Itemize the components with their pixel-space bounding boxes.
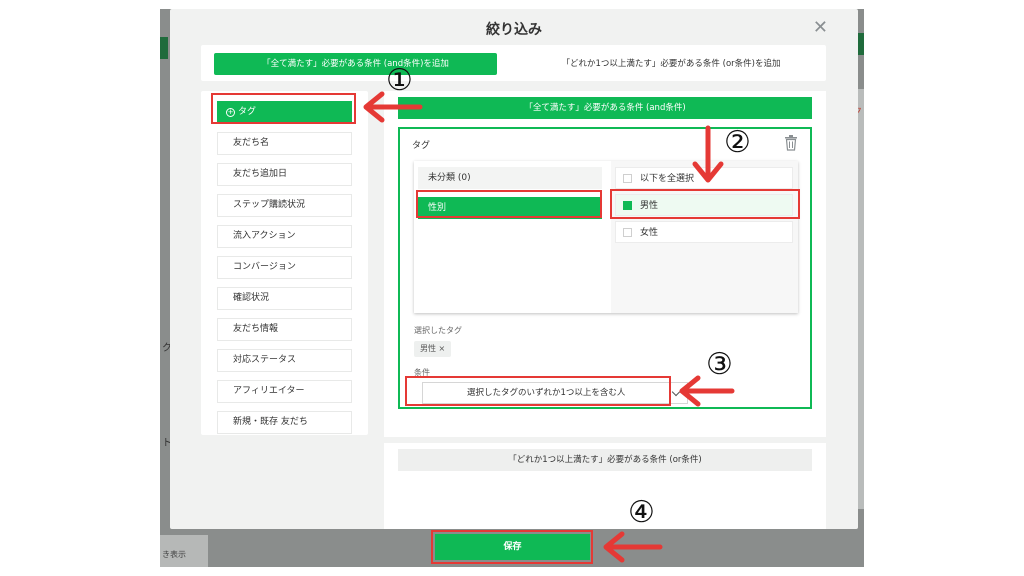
and-condition-header: 「全て満たす」必要がある条件 (and条件) [398, 97, 812, 119]
background-bottom-left-label: き表示 [160, 535, 208, 567]
sidebar-item-response-status[interactable]: 対応ステータス [217, 349, 352, 372]
step-3-marker: ③ [706, 347, 733, 382]
add-or-condition-button[interactable]: 「どれか1つ以上満たす」必要がある条件 (or条件)を追加 [531, 53, 811, 75]
selected-tags-label: 選択したタグ [414, 326, 462, 335]
sidebar-item-conversion[interactable]: コンバージョン [217, 256, 352, 279]
condition-mode-bar: 「全て満たす」必要がある条件 (and条件)を追加 「どれか1つ以上満たす」必要… [201, 45, 826, 81]
sidebar-item-inflow-action[interactable]: 流入アクション [217, 225, 352, 248]
sidebar-item-tag[interactable]: + タグ [217, 101, 352, 124]
chevron-down-icon [671, 387, 681, 397]
condition-label: 条件 [414, 368, 430, 377]
checkbox-icon[interactable] [623, 228, 632, 237]
sidebar-item-confirm-status[interactable]: 確認状況 [217, 287, 352, 310]
sidebar-item-friend-info[interactable]: 友だち情報 [217, 318, 352, 341]
condition-select-value: 選択したタグのいずれか1つ以上を含む人 [467, 388, 626, 398]
step-4-marker: ④ [628, 495, 655, 530]
modal-title: 絞り込み [486, 22, 542, 38]
selected-tag-chip[interactable]: 男性 × [414, 341, 452, 357]
tag-box-title: タグ [412, 141, 431, 151]
sidebar-item-friend-added-date[interactable]: 友だち追加日 [217, 163, 352, 186]
option-label: 女性 [640, 228, 659, 238]
and-condition-panel: 「全て満たす」必要がある条件 (and条件) タグ 未分類 (0) 性別 以下を… [384, 91, 826, 437]
screenshot-stage: ク ク ト1 き表示 絞り込み ✕ 「全て満たす」必要がある条件 (and条件)… [0, 0, 1024, 576]
filter-modal: 絞り込み ✕ 「全て満たす」必要がある条件 (and条件)を追加 「どれか1つ以… [170, 9, 858, 529]
option-label: 男性 [640, 201, 659, 211]
sidebar-item-affiliator[interactable]: アフィリエイター [217, 380, 352, 403]
checkbox-icon[interactable] [623, 174, 632, 183]
step-2-marker: ② [724, 125, 751, 160]
tag-option-list: 以下を全選択 男性 女性 [611, 161, 798, 313]
sidebar-item-label: タグ [238, 107, 257, 117]
or-condition-header: 「どれか1つ以上満たす」必要がある条件 (or条件) [398, 449, 812, 471]
tag-picker: 未分類 (0) 性別 以下を全選択 男性 女性 [414, 161, 798, 313]
condition-select[interactable]: 選択したタグのいずれか1つ以上を含む人 [422, 382, 688, 404]
sidebar-item-step-status[interactable]: ステップ購読状況 [217, 194, 352, 217]
checkbox-checked-icon[interactable] [623, 201, 632, 210]
category-gender[interactable]: 性別 [418, 197, 602, 219]
option-female[interactable]: 女性 [615, 221, 793, 243]
sidebar-item-new-existing[interactable]: 新規・既存 友だち [217, 411, 352, 434]
step-1-marker: ① [386, 63, 413, 98]
sidebar-item-friend-name[interactable]: 友だち名 [217, 132, 352, 155]
close-icon[interactable]: ✕ [813, 17, 828, 38]
select-all-option[interactable]: 以下を全選択 [615, 167, 793, 189]
trash-icon[interactable] [784, 135, 798, 151]
save-button[interactable]: 保存 [435, 534, 590, 560]
or-condition-panel: 「どれか1つ以上満たす」必要がある条件 (or条件) [384, 443, 826, 529]
condition-type-list: + タグ 友だち名 友だち追加日 ステップ購読状況 流入アクション コンバージョン… [201, 91, 368, 435]
add-and-condition-button[interactable]: 「全て満たす」必要がある条件 (and条件)を追加 [214, 53, 497, 75]
category-uncategorized[interactable]: 未分類 (0) [418, 167, 602, 189]
background-green-bar [160, 37, 168, 59]
option-male[interactable]: 男性 [615, 194, 793, 216]
tag-condition-box: タグ 未分類 (0) 性別 以下を全選択 男性 女性 選択したタグ 男性 × 条… [398, 127, 812, 409]
option-label: 以下を全選択 [640, 174, 695, 184]
plus-circle-icon: + [226, 108, 235, 117]
tag-category-list: 未分類 (0) 性別 [414, 161, 610, 313]
